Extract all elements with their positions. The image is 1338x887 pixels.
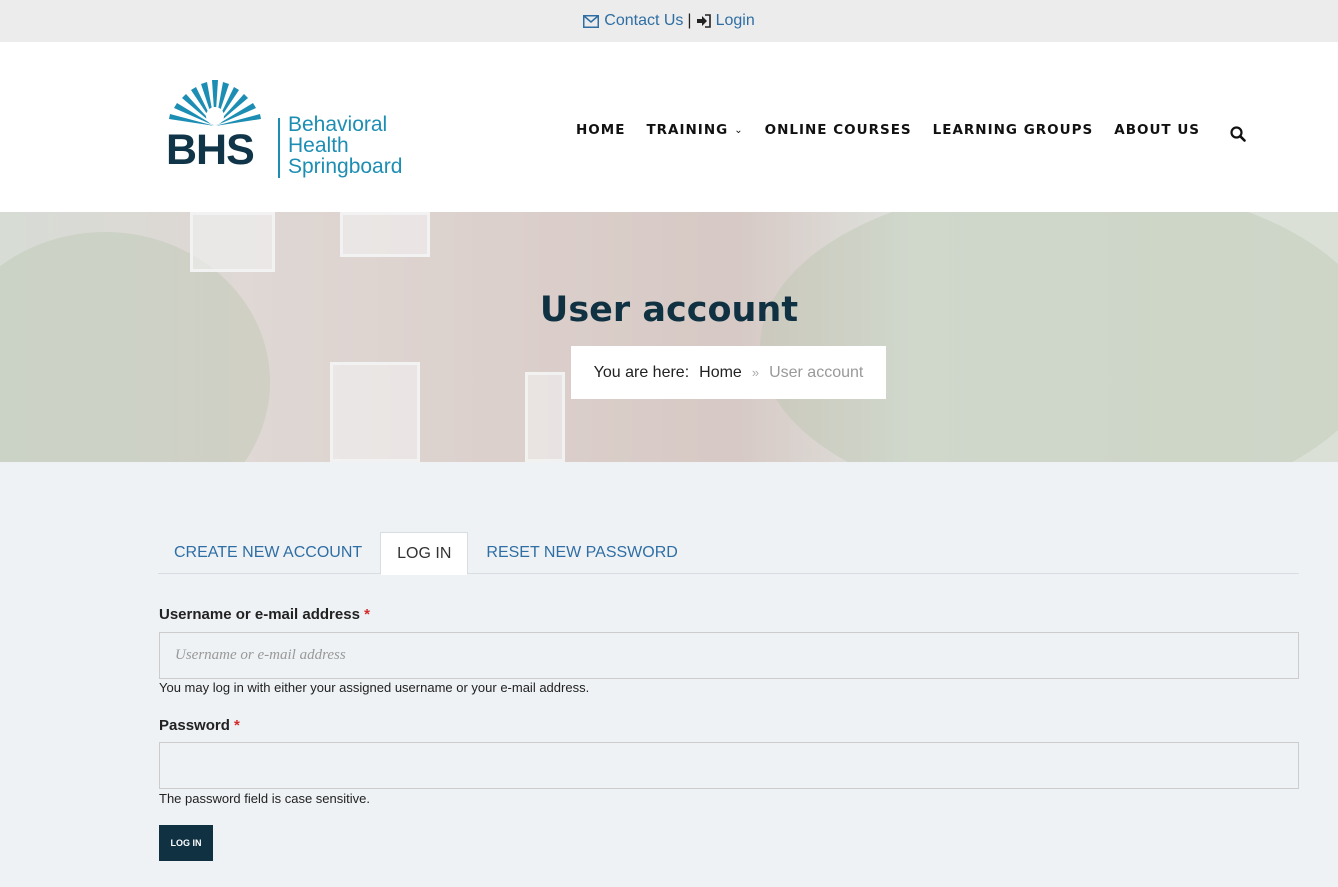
nav-item-learning-groups[interactable]: LEARNING GROUPS	[933, 122, 1094, 138]
search-icon	[1230, 126, 1246, 142]
nav-item-online-courses[interactable]: ONLINE COURSES	[765, 122, 912, 138]
nav-home-label: HOME	[576, 122, 626, 138]
username-field-label: Username or e-mail address *	[159, 606, 370, 623]
topbar-separator: |	[687, 12, 692, 29]
page-title: User account	[539, 290, 799, 330]
tab-log-in[interactable]: LOG IN	[380, 532, 469, 575]
breadcrumb-home-link[interactable]: Home	[699, 364, 742, 382]
site-header: BHS Behavioral Health Springboard HOME T…	[0, 42, 1338, 212]
main-nav: HOME TRAINING ⌄ ONLINE COURSES LEARNING G…	[576, 122, 1221, 138]
nav-training-label: TRAINING	[646, 122, 729, 138]
logo-line-2: Health	[288, 134, 349, 157]
password-label-text: Password	[159, 717, 230, 734]
breadcrumb-separator: »	[751, 365, 760, 380]
nav-online-courses-label: ONLINE COURSES	[764, 122, 912, 138]
account-tabs: CREATE NEW ACCOUNT LOG IN RESET NEW PASS…	[158, 532, 1299, 575]
breadcrumb: You are here: Home » User account	[571, 346, 886, 399]
logo-wordmark: Behavioral Health Springboard	[288, 114, 402, 180]
contact-us-label: Contact Us	[604, 12, 684, 29]
password-input[interactable]	[159, 742, 1299, 789]
sign-in-icon	[696, 14, 711, 28]
login-submit-button[interactable]: LOG IN	[159, 825, 213, 861]
nav-learning-groups-label: LEARNING GROUPS	[932, 122, 1094, 138]
search-button[interactable]	[1230, 126, 1248, 144]
tab-create-new-account[interactable]: CREATE NEW ACCOUNT	[158, 532, 378, 574]
logo-line-3: Springboard	[288, 155, 403, 178]
logo-divider	[278, 118, 280, 178]
password-field-label: Password *	[159, 717, 240, 734]
contact-us-link[interactable]: Contact Us	[583, 12, 683, 30]
envelope-icon	[583, 14, 600, 28]
required-marker: *	[234, 717, 240, 734]
nav-item-home[interactable]: HOME	[576, 122, 625, 138]
logo-line-1: Behavioral	[288, 113, 388, 136]
password-help-text: The password field is case sensitive.	[159, 791, 370, 806]
chevron-down-icon: ⌄	[734, 124, 744, 136]
logo-mark: BHS	[165, 76, 270, 180]
tab-reset-new-password[interactable]: RESET NEW PASSWORD	[470, 532, 693, 574]
required-marker: *	[364, 606, 370, 623]
nav-about-us-label: ABOUT US	[1114, 122, 1201, 138]
logo-bhs-text: BHS	[166, 126, 255, 174]
breadcrumb-prefix: You are here:	[593, 363, 690, 381]
page-hero-banner: User account You are here: Home » User a…	[0, 212, 1338, 462]
username-label-text: Username or e-mail address	[159, 606, 360, 623]
site-logo[interactable]: BHS Behavioral Health Springboard	[165, 76, 425, 180]
username-help-text: You may log in with either your assigned…	[159, 680, 590, 695]
login-link[interactable]: Login	[696, 12, 755, 30]
breadcrumb-current: User account	[769, 363, 864, 381]
username-input[interactable]	[159, 632, 1299, 679]
login-label: Login	[715, 12, 755, 29]
hero-overlay	[0, 212, 1338, 462]
nav-item-training[interactable]: TRAINING ⌄	[646, 122, 743, 138]
top-utility-bar: Contact Us | Login	[0, 0, 1338, 42]
nav-item-about-us[interactable]: ABOUT US	[1114, 122, 1200, 138]
